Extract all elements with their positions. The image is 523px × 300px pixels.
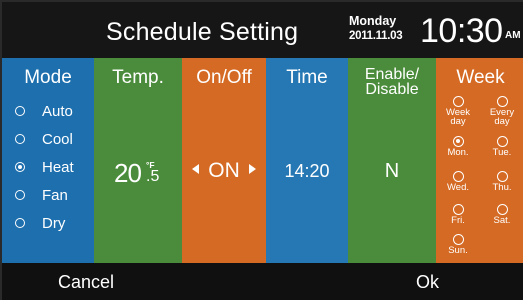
temp-heading: Temp. bbox=[112, 67, 164, 88]
radio-icon[interactable] bbox=[15, 218, 25, 228]
week-option-label: Tue. bbox=[492, 147, 512, 158]
week-option-sat[interactable]: Sat. bbox=[482, 204, 522, 225]
mode-option-dry[interactable]: Dry bbox=[15, 213, 65, 233]
time-value[interactable]: 14:20 bbox=[266, 161, 348, 182]
week-option-label: Sat. bbox=[493, 215, 511, 226]
mode-option-label: Fan bbox=[42, 186, 68, 204]
week-option-label-line2: day bbox=[494, 116, 510, 127]
temp-decimal: .5 bbox=[146, 167, 160, 185]
weekday-label: Monday bbox=[349, 14, 397, 28]
week-option-label: Wed. bbox=[446, 182, 469, 193]
mode-option-heat[interactable]: Heat bbox=[15, 157, 74, 177]
week-option-sun[interactable]: Sun. bbox=[438, 234, 478, 255]
mode-option-auto[interactable]: Auto bbox=[15, 101, 73, 121]
mode-option-label: Heat bbox=[42, 158, 74, 176]
time-column[interactable]: Time 14:20 bbox=[266, 58, 348, 263]
arrow-right-icon[interactable] bbox=[248, 164, 256, 175]
radio-icon[interactable] bbox=[496, 96, 508, 107]
radio-icon[interactable] bbox=[496, 204, 508, 215]
page-title: Schedule Setting bbox=[106, 18, 299, 46]
footer-bar: Cancel Ok bbox=[2, 263, 523, 300]
enable-value[interactable]: N bbox=[348, 160, 436, 183]
week-option-weekday[interactable]: Week day bbox=[438, 96, 478, 126]
week-option-label: Fri. bbox=[451, 215, 465, 226]
radio-icon[interactable] bbox=[452, 234, 464, 245]
enable-heading-line2: Disable bbox=[365, 81, 419, 98]
week-option-label-line2: day bbox=[450, 116, 466, 127]
header-bar: Schedule Setting Monday 2011.11.03 10:30… bbox=[2, 2, 523, 58]
radio-icon[interactable] bbox=[452, 96, 464, 107]
schedule-screen: Schedule Setting Monday 2011.11.03 10:30… bbox=[0, 0, 523, 300]
week-column: Week Week day Every day Mon. Tue. Wed. Thu. Fri.… bbox=[436, 58, 523, 263]
onoff-selector: ON bbox=[182, 159, 266, 183]
radio-selected-icon[interactable] bbox=[452, 136, 464, 147]
date-display: Monday 2011.11.03 bbox=[349, 14, 403, 42]
radio-icon[interactable] bbox=[452, 204, 464, 215]
radio-icon[interactable] bbox=[15, 106, 25, 116]
radio-icon[interactable] bbox=[496, 136, 508, 147]
time-heading: Time bbox=[286, 67, 328, 88]
mode-option-fan[interactable]: Fan bbox=[15, 185, 68, 205]
week-option-thu[interactable]: Thu. bbox=[482, 171, 522, 192]
ok-button[interactable]: Ok bbox=[416, 272, 439, 293]
temp-column[interactable]: Temp. 20 °F .5 bbox=[94, 58, 182, 263]
mode-option-label: Dry bbox=[42, 214, 66, 232]
mode-option-cool[interactable]: Cool bbox=[15, 129, 73, 149]
radio-selected-icon[interactable] bbox=[15, 162, 25, 172]
week-option-wed[interactable]: Wed. bbox=[438, 171, 478, 192]
week-option-fri[interactable]: Fri. bbox=[438, 204, 478, 225]
mode-heading: Mode bbox=[24, 67, 72, 88]
enable-heading-line1: Enable/ bbox=[364, 66, 420, 83]
cancel-button[interactable]: Cancel bbox=[58, 272, 114, 293]
radio-icon[interactable] bbox=[496, 171, 508, 182]
week-heading: Week bbox=[456, 67, 505, 88]
mode-column: Mode Auto Cool Heat Fan Dry bbox=[2, 58, 94, 263]
enable-heading: Enable/ Disable bbox=[348, 66, 436, 98]
enable-column[interactable]: Enable/ Disable N bbox=[348, 58, 436, 263]
onoff-value[interactable]: ON bbox=[208, 159, 240, 182]
week-option-label: Sun. bbox=[448, 245, 468, 256]
date-label: 2011.11.03 bbox=[349, 29, 403, 42]
week-option-tue[interactable]: Tue. bbox=[482, 136, 522, 157]
arrow-left-icon[interactable] bbox=[192, 164, 200, 175]
clock-time: 10:30 bbox=[420, 12, 503, 50]
onoff-heading: On/Off bbox=[196, 67, 252, 88]
radio-icon[interactable] bbox=[452, 171, 464, 182]
temp-suffix: °F .5 bbox=[146, 161, 159, 185]
mode-option-label: Auto bbox=[42, 102, 73, 120]
week-option-mon[interactable]: Mon. bbox=[438, 136, 478, 157]
week-option-label: Thu. bbox=[492, 182, 512, 193]
temp-integer[interactable]: 20 bbox=[114, 158, 142, 189]
radio-icon[interactable] bbox=[15, 134, 25, 144]
radio-icon[interactable] bbox=[15, 190, 25, 200]
clock-ampm: AM bbox=[505, 30, 521, 41]
mode-option-label: Cool bbox=[42, 130, 73, 148]
week-option-label: Mon. bbox=[447, 147, 469, 158]
onoff-column: On/Off ON bbox=[182, 58, 266, 263]
week-option-everyday[interactable]: Every day bbox=[482, 96, 522, 126]
